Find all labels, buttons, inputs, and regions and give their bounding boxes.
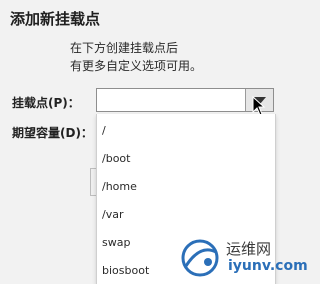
- watermark-text-cn: 运维网: [226, 240, 272, 258]
- mount-point-label: 挂载点(P)：: [12, 96, 80, 110]
- desired-capacity-label: 期望容量(D)：: [12, 126, 93, 140]
- watermark: 运维网 iyunv.com: [178, 236, 308, 280]
- dropdown-option[interactable]: /var: [102, 208, 123, 221]
- dropdown-option[interactable]: swap: [102, 236, 130, 249]
- dropdown-option[interactable]: /boot: [102, 152, 130, 165]
- add-mount-point-dialog: 添加新挂载点 在下方创建挂载点后 有更多自定义选项可用。 挂载点(P)： 期望容…: [0, 0, 308, 284]
- dialog-description: 在下方创建挂载点后 有更多自定义选项可用。: [70, 39, 202, 75]
- dropdown-option[interactable]: /: [102, 124, 106, 137]
- dropdown-option[interactable]: /home: [102, 180, 137, 193]
- description-line-2: 有更多自定义选项可用。: [70, 59, 203, 73]
- dropdown-option[interactable]: biosboot: [102, 264, 149, 277]
- dialog-title: 添加新挂载点: [10, 10, 101, 28]
- mount-point-input[interactable]: [97, 89, 245, 111]
- description-line-1: 在下方创建挂载点后: [70, 41, 179, 55]
- mouse-pointer-icon: [252, 96, 266, 116]
- mount-point-combobox[interactable]: [96, 88, 274, 112]
- watermark-text-en: iyunv.com: [228, 258, 308, 274]
- watermark-logo-icon: [181, 239, 219, 277]
